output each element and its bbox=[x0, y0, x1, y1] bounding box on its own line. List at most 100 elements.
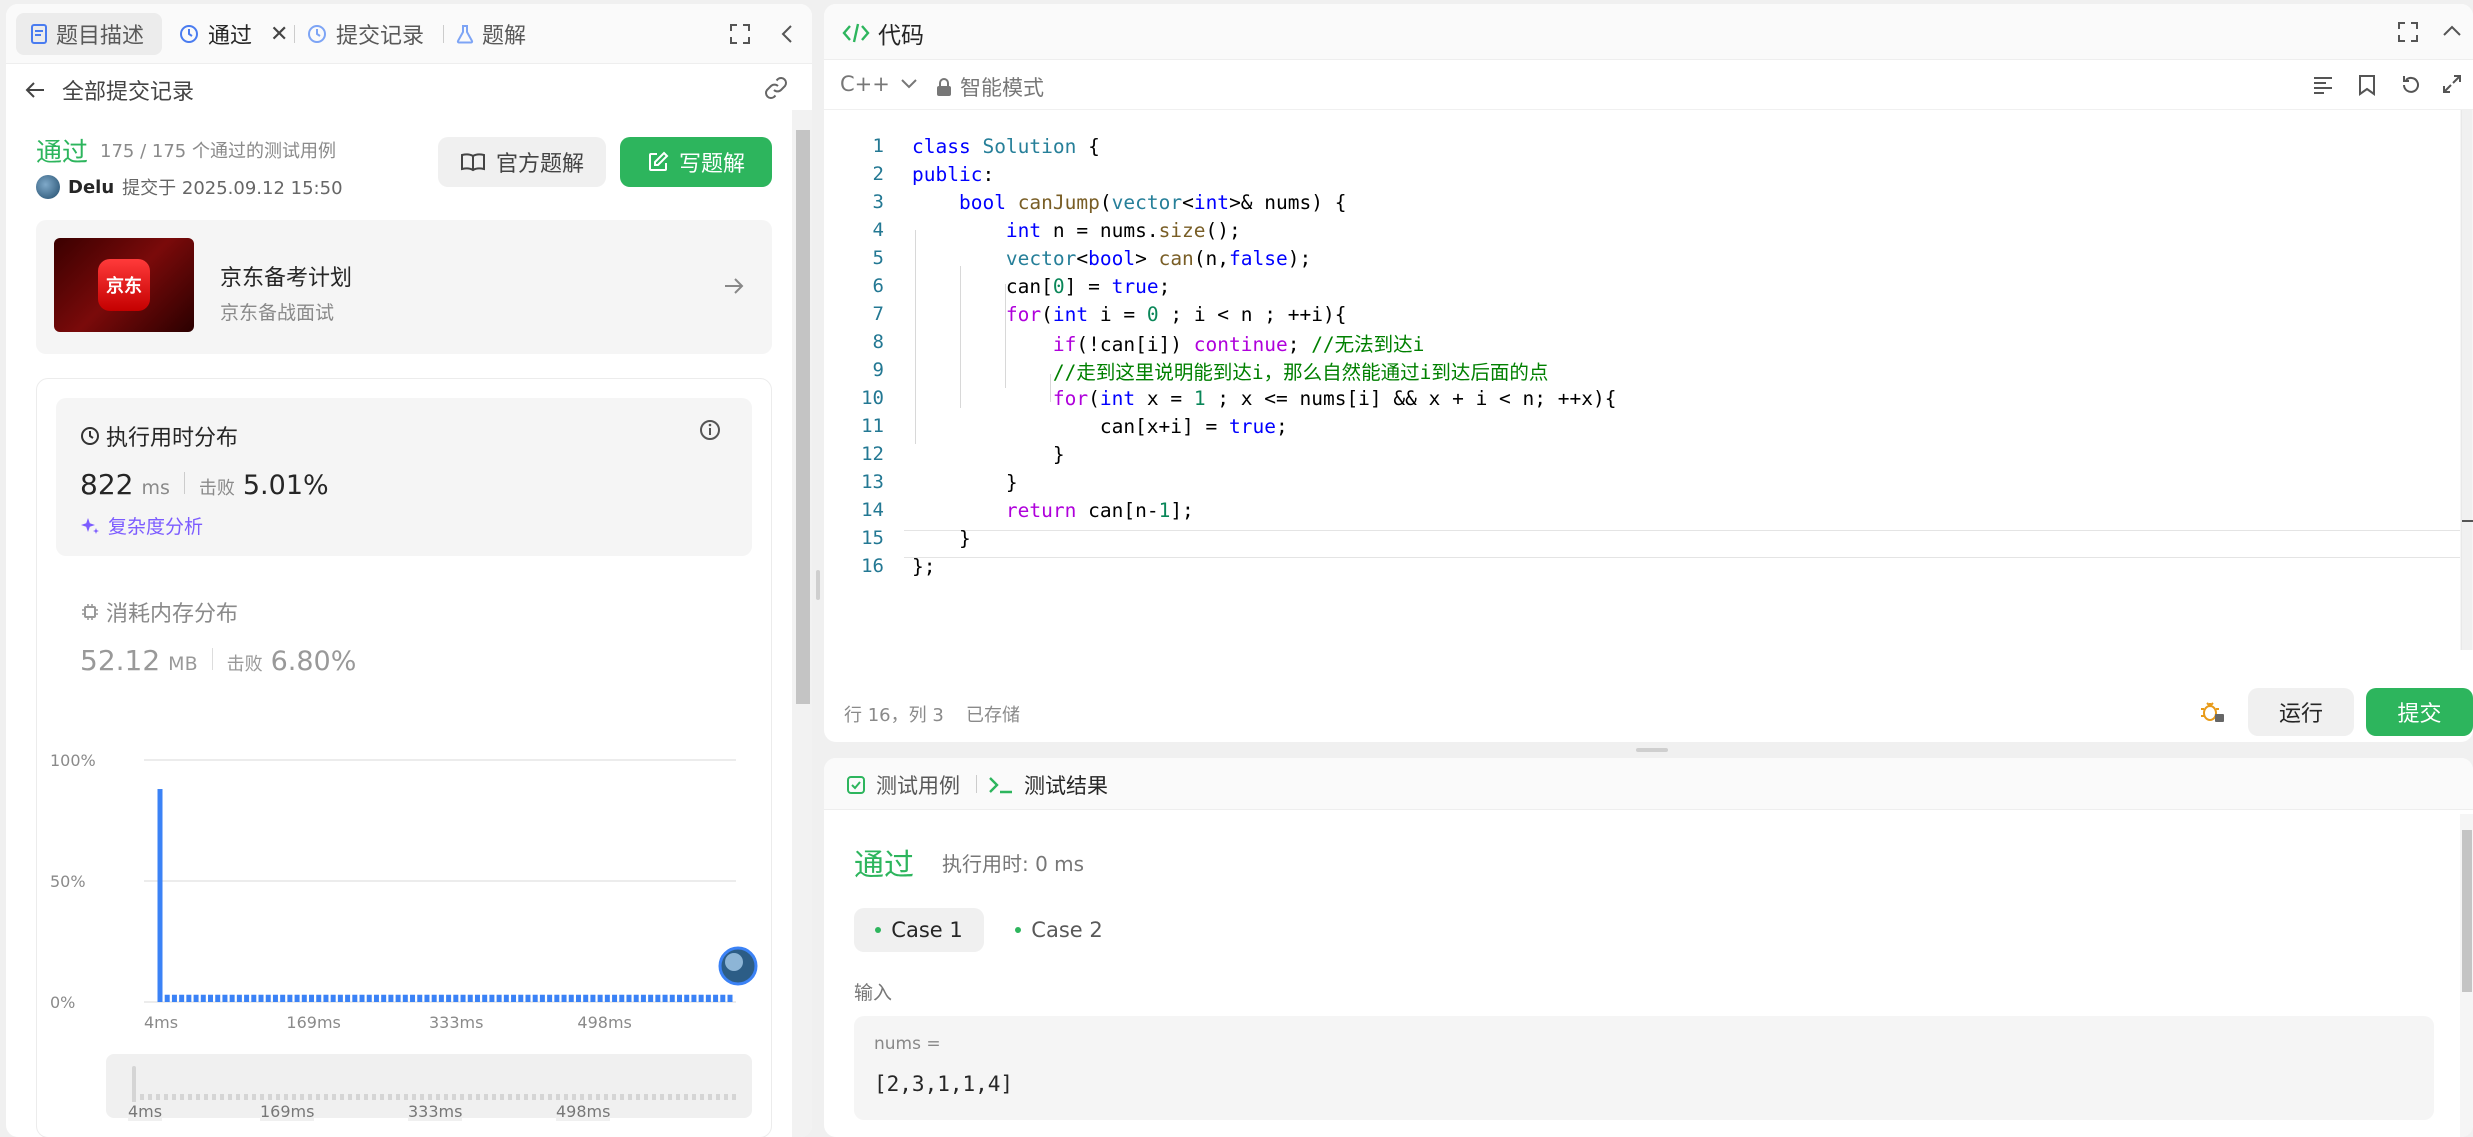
official-solution-label: 官方题解 bbox=[495, 152, 584, 177]
reset-icon[interactable] bbox=[2400, 74, 2422, 96]
tab-submissions[interactable]: 提交记录 bbox=[306, 4, 424, 64]
chart-bar bbox=[626, 994, 632, 1002]
chart-bar bbox=[366, 994, 372, 1002]
submit-time: 提交于 2025.09.12 15:50 bbox=[122, 178, 343, 199]
chart-bar bbox=[157, 789, 163, 1002]
overview-ruler-mark bbox=[2462, 520, 2473, 522]
left-scrollbar-track[interactable] bbox=[792, 110, 812, 1137]
chart-bar bbox=[583, 994, 589, 1002]
chart-bar bbox=[474, 994, 480, 1002]
result-runtime: 执行用时: 0 ms bbox=[942, 852, 1085, 876]
tab-solutions[interactable]: 题解 bbox=[456, 4, 526, 64]
chart-bar bbox=[568, 994, 574, 1002]
chip-icon bbox=[80, 602, 100, 622]
language-select[interactable]: C++ bbox=[840, 72, 918, 96]
line-number: 5 bbox=[872, 247, 884, 269]
x-tick-label: 4ms bbox=[144, 1013, 178, 1032]
chart-bar bbox=[330, 994, 336, 1002]
line-number: 2 bbox=[872, 163, 884, 185]
tab-description-label: 题目描述 bbox=[56, 24, 145, 49]
current-line-highlight bbox=[904, 530, 2464, 558]
user-name[interactable]: Delu bbox=[68, 177, 114, 198]
code-toolbar: C++ 智能模式 bbox=[824, 60, 2473, 110]
memory-title: 消耗内存分布 bbox=[106, 602, 239, 627]
expand-icon[interactable] bbox=[2442, 74, 2462, 94]
line-number: 9 bbox=[872, 359, 884, 381]
code-text: //走到这里说明能到达i，那么自然能通过i到达后面的点 bbox=[1052, 360, 1549, 384]
left-panel: 题目描述 通过 ✕ 提交记录 题解 全部提交记录 通过 175 / 175 个通… bbox=[6, 4, 812, 1137]
back-to-submissions[interactable]: 全部提交记录 bbox=[24, 70, 194, 110]
code-editor[interactable]: 1 class Solution { 2 public: 3 bool canJum… bbox=[824, 110, 2464, 690]
tab-testresults[interactable]: 测试结果 bbox=[988, 770, 1108, 800]
chart-bar bbox=[539, 994, 545, 1002]
chart-bar bbox=[676, 994, 682, 1002]
chart-bar bbox=[208, 994, 214, 1002]
tab-divider bbox=[443, 25, 444, 43]
runtime-values: 822 ms 击败 5.01% bbox=[80, 468, 329, 501]
tab-description[interactable]: 题目描述 bbox=[16, 13, 162, 55]
info-icon[interactable] bbox=[698, 418, 722, 442]
promo-card[interactable]: 京东 京东备考计划 京东备战面试 bbox=[36, 220, 772, 354]
submit-button[interactable]: 提交 bbox=[2366, 688, 2473, 736]
chart-bar bbox=[309, 994, 315, 1002]
y-tick-label: 0% bbox=[50, 993, 75, 1012]
chart-bar bbox=[525, 994, 531, 1002]
tab-testcases[interactable]: 测试用例 bbox=[846, 770, 960, 800]
results-scrollbar-thumb[interactable] bbox=[2462, 830, 2472, 992]
tab-accepted[interactable]: 通过 ✕ bbox=[178, 4, 288, 64]
chart-bar bbox=[575, 994, 581, 1002]
chart-bar bbox=[633, 994, 639, 1002]
editor-scrollbar-thumb[interactable] bbox=[2461, 110, 2472, 650]
left-scrollbar-thumb[interactable] bbox=[796, 130, 810, 704]
fullscreen-icon[interactable] bbox=[728, 22, 752, 46]
chart-bar bbox=[280, 994, 286, 1002]
code-text: for(int i = 0 ; i < n ; ++i){ bbox=[1005, 302, 1347, 326]
document-icon bbox=[30, 24, 48, 44]
range-slider[interactable]: 4ms 169ms 333ms 498ms bbox=[106, 1054, 752, 1121]
bookmark-icon[interactable] bbox=[2358, 74, 2376, 96]
case-1-tab[interactable]: Case 1 bbox=[854, 908, 984, 952]
memory-value: 52.12 bbox=[80, 644, 161, 677]
runtime-box[interactable]: 执行用时分布 822 ms 击败 5.01% 复杂度分析 bbox=[56, 398, 752, 556]
chart-bar bbox=[547, 994, 553, 1002]
chart-bar bbox=[164, 994, 170, 1002]
smart-mode[interactable]: 智能模式 bbox=[936, 72, 1044, 102]
input-box[interactable]: nums = [2,3,1,1,4] bbox=[854, 1016, 2434, 1120]
memory-box[interactable]: 消耗内存分布 52.12 MB 击败 6.80% bbox=[56, 574, 752, 704]
write-solution-label: 写题解 bbox=[678, 152, 745, 177]
fullscreen-icon[interactable] bbox=[2396, 20, 2420, 44]
x-tick-label: 498ms bbox=[577, 1013, 631, 1032]
horizontal-splitter[interactable] bbox=[1636, 748, 1668, 752]
run-button[interactable]: 运行 bbox=[2248, 688, 2354, 736]
line-number: 1 bbox=[872, 135, 884, 157]
collapse-left-icon[interactable] bbox=[776, 22, 800, 46]
chart-bar bbox=[705, 994, 711, 1002]
editor-scrollbar[interactable] bbox=[2460, 110, 2473, 650]
case-pass-dot bbox=[875, 927, 882, 933]
debug-icon[interactable] bbox=[2200, 700, 2226, 724]
close-icon[interactable]: ✕ bbox=[270, 22, 288, 47]
chart-bar bbox=[727, 994, 733, 1002]
avatar[interactable] bbox=[36, 175, 60, 199]
y-tick-label: 50% bbox=[50, 872, 86, 891]
case-2-tab[interactable]: Case 2 bbox=[994, 908, 1124, 952]
format-icon[interactable] bbox=[2312, 74, 2334, 96]
link-icon[interactable] bbox=[762, 76, 790, 100]
results-scrollbar[interactable] bbox=[2460, 814, 2473, 1137]
code-text: } bbox=[912, 470, 1018, 494]
code-icon bbox=[842, 22, 870, 44]
chart-bar bbox=[417, 994, 423, 1002]
memory-title-row: 消耗内存分布 bbox=[80, 596, 238, 628]
write-solution-button[interactable]: 写题解 bbox=[620, 137, 772, 187]
chart-bar bbox=[323, 994, 329, 1002]
vertical-splitter[interactable] bbox=[816, 570, 820, 600]
official-solution-button[interactable]: 官方题解 bbox=[438, 137, 606, 187]
runtime-distribution-chart: 100% 50% 0% 4ms 169ms 333ms 498ms bbox=[50, 751, 758, 1032]
complexity-analysis-link[interactable]: 复杂度分析 bbox=[80, 512, 203, 539]
promo-subtitle: 京东备战面试 bbox=[220, 302, 335, 324]
flask-icon bbox=[456, 24, 474, 44]
chart-bar bbox=[518, 994, 524, 1002]
collapse-up-icon[interactable] bbox=[2440, 20, 2464, 44]
promo-logo-badge: 京东 bbox=[98, 259, 150, 311]
line-number: 14 bbox=[861, 499, 884, 521]
